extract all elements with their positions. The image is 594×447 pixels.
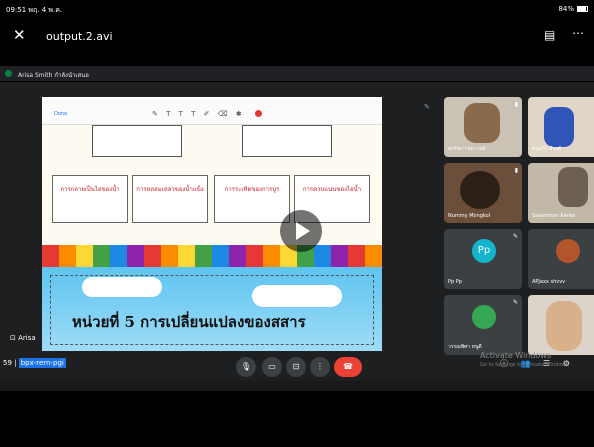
subtitles-icon[interactable]: ▤ [544, 28, 555, 42]
participant-tile[interactable]: Pp ✎ Pp Pp [444, 229, 522, 289]
play-icon[interactable] [280, 210, 322, 252]
activate-windows-subtitle: Go to Settings to activate Windows. [480, 362, 570, 368]
windows-taskbar [0, 381, 594, 391]
share-toolbar: Done ✎ T T T ✐ ⌫ ✱ [42, 97, 382, 125]
camera-icon[interactable]: ▭ [262, 357, 282, 377]
participant-tile[interactable]: ตนแก้ว มีวงศ์ [528, 97, 594, 157]
process-card: การหลอมเหลวของน้ำแข็ง [132, 175, 208, 223]
self-view-label: ⊡ Arisa [10, 334, 36, 342]
video-title: output.2.avi [46, 30, 113, 43]
color-red-swatch[interactable] [255, 110, 262, 117]
participant-tile[interactable]: APJaxx shvvv [528, 229, 594, 289]
more-options-icon[interactable]: ⋯ [572, 26, 584, 40]
participant-tile[interactable]: ✎ วรรณพิศา หนูดี [444, 295, 522, 355]
slide-content: การกลายเป็นไอของน้ำ การหลอมเหลวของน้ำแข็… [42, 125, 382, 351]
status-bar: 09:51 พฤ. 4 พ.ค. 84% [0, 0, 594, 18]
avatar [472, 305, 496, 329]
pin-icon[interactable]: ✎ [424, 103, 430, 111]
present-icon[interactable]: ⊡ [286, 357, 306, 377]
participant-tile[interactable]: ▮ พรรัชกา มหาวงษ์ [444, 97, 522, 157]
mic-active-icon: ▮ [514, 167, 518, 174]
process-card: การระเหิดของการบูร [214, 175, 290, 223]
activate-windows-title: Activate Windows [480, 351, 552, 360]
participant-tile[interactable]: ▮ Nummy Mongkol [444, 163, 522, 223]
screen: 09:51 พฤ. 4 พ.ค. 84% ✕ output.2.avi ▤ ⋯ … [0, 0, 594, 447]
mic-icon[interactable]: 🎙 [236, 357, 256, 377]
diagram-box [242, 125, 332, 157]
pen-tools[interactable]: ✎ T T T ✐ ⌫ ✱ [152, 110, 245, 118]
process-card: การกลายเป็นไอของน้ำ [52, 175, 128, 223]
more-icon[interactable]: ⋮ [310, 357, 330, 377]
battery-percentage: 84% [558, 5, 574, 13]
presenting-icon [5, 70, 12, 77]
meeting-code: 59 | bpx-rern-pgi [3, 358, 66, 368]
mic-active-icon: ▮ [514, 101, 518, 108]
avatar: Pp [472, 239, 496, 263]
unit-title: หน่วยที่ 5 การเปลี่ยนแปลงของสสาร [72, 313, 306, 331]
presenter-bar: Arisa Smith กำลังนำเสนอ [0, 66, 594, 82]
done-button[interactable]: Done [54, 111, 67, 117]
participant-tile[interactable] [528, 295, 594, 355]
participant-tile[interactable]: Sasiwimon Kanta [528, 163, 594, 223]
mic-muted-icon: ✎ [512, 299, 518, 306]
rainbow-decoration [42, 245, 382, 267]
close-icon[interactable]: ✕ [13, 28, 26, 43]
presenter-label: Arisa Smith กำลังนำเสนอ [18, 72, 89, 79]
status-time: 09:51 พฤ. 4 พ.ค. [6, 6, 63, 14]
diagram-box [92, 125, 182, 157]
shared-screen: Done ✎ T T T ✐ ⌫ ✱ การกลายเป็นไอของน้ำ ก… [42, 97, 382, 351]
end-call-button[interactable]: ☎ [334, 357, 362, 377]
battery-icon [577, 6, 588, 12]
mic-muted-icon: ✎ [512, 233, 518, 240]
